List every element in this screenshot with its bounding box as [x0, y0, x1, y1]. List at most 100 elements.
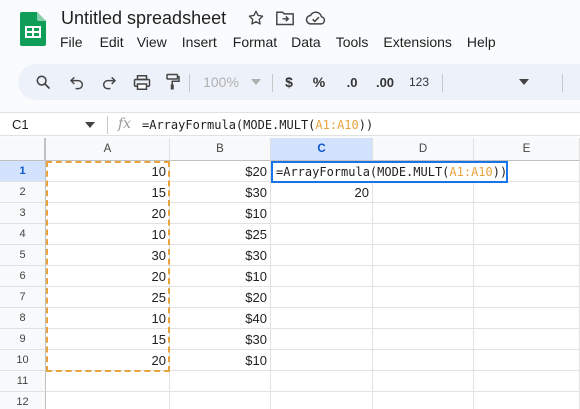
cell-b4[interactable]: $25	[170, 224, 271, 245]
menu-format[interactable]: Format	[233, 34, 277, 50]
currency-format-button[interactable]: $	[280, 64, 298, 100]
cell-d2[interactable]	[373, 182, 474, 203]
cell-c11[interactable]	[271, 371, 373, 392]
cell-b1[interactable]: $20	[170, 161, 271, 182]
cell-a12[interactable]	[46, 392, 170, 409]
cloud-status-icon[interactable]	[305, 9, 327, 27]
row-header[interactable]: 6	[0, 266, 46, 287]
menu-help[interactable]: Help	[467, 34, 496, 50]
cell-c5[interactable]	[271, 245, 373, 266]
cell-b6[interactable]: $10	[170, 266, 271, 287]
row-header[interactable]: 4	[0, 224, 46, 245]
row-header[interactable]: 12	[0, 392, 46, 409]
cell-b5[interactable]: $30	[170, 245, 271, 266]
cell-a6[interactable]: 20	[46, 266, 170, 287]
cell-c4[interactable]	[271, 224, 373, 245]
cell-e8[interactable]	[474, 308, 580, 329]
cell-d12[interactable]	[373, 392, 474, 409]
star-icon[interactable]	[247, 9, 265, 27]
cell-b3[interactable]: $10	[170, 203, 271, 224]
cell-a9[interactable]: 15	[46, 329, 170, 350]
row-header[interactable]: 1	[0, 161, 46, 182]
decrease-decimal-button[interactable]: .0	[340, 64, 364, 100]
column-header-e[interactable]: E	[474, 138, 580, 161]
cell-e3[interactable]	[474, 203, 580, 224]
document-title[interactable]: Untitled spreadsheet	[61, 8, 226, 29]
column-header-d[interactable]: D	[373, 138, 474, 161]
cell-a2[interactable]: 15	[46, 182, 170, 203]
menu-view[interactable]: View	[137, 34, 167, 50]
cell-c9[interactable]	[271, 329, 373, 350]
row-header[interactable]: 10	[0, 350, 46, 371]
move-to-folder-icon[interactable]	[275, 9, 295, 27]
cell-a8[interactable]: 10	[46, 308, 170, 329]
menu-data[interactable]: Data	[291, 34, 321, 50]
menu-extensions[interactable]: Extensions	[383, 34, 451, 50]
cell-b11[interactable]	[170, 371, 271, 392]
cell-c3[interactable]	[271, 203, 373, 224]
cell-e4[interactable]	[474, 224, 580, 245]
menu-edit[interactable]: Edit	[100, 34, 124, 50]
row-header[interactable]: 8	[0, 308, 46, 329]
cell-b2[interactable]: $30	[170, 182, 271, 203]
cell-b8[interactable]: $40	[170, 308, 271, 329]
column-header-c[interactable]: C	[271, 138, 373, 161]
sheets-logo-icon[interactable]	[20, 12, 46, 46]
column-header-b[interactable]: B	[170, 138, 271, 161]
cell-b10[interactable]: $10	[170, 350, 271, 371]
active-cell-editor[interactable]: =ArrayFormula(MODE.MULT(A1:A10))	[271, 161, 508, 183]
font-dropdown-button[interactable]	[514, 64, 534, 100]
cell-d11[interactable]	[373, 371, 474, 392]
cell-a7[interactable]: 25	[46, 287, 170, 308]
redo-button[interactable]	[98, 64, 120, 100]
row-header[interactable]: 5	[0, 245, 46, 266]
cell-a3[interactable]: 20	[46, 203, 170, 224]
cell-a1[interactable]: 10	[46, 161, 170, 182]
zoom-select[interactable]: 100%	[194, 64, 248, 100]
row-header[interactable]: 11	[0, 371, 46, 392]
cell-e11[interactable]	[474, 371, 580, 392]
cell-d8[interactable]	[373, 308, 474, 329]
cell-c7[interactable]	[271, 287, 373, 308]
column-header-a[interactable]: A	[46, 138, 170, 161]
select-all-corner[interactable]	[0, 138, 46, 161]
search-menus-button[interactable]	[32, 64, 54, 100]
percent-format-button[interactable]: %	[310, 64, 328, 100]
increase-decimal-button[interactable]: .00	[370, 64, 400, 100]
cell-c2[interactable]: 20	[271, 182, 373, 203]
undo-button[interactable]	[66, 64, 88, 100]
formula-input[interactable]: =ArrayFormula(MODE.MULT(A1:A10))	[142, 118, 373, 132]
row-header[interactable]: 2	[0, 182, 46, 203]
more-formats-button[interactable]: 123	[406, 64, 432, 100]
cell-c10[interactable]	[271, 350, 373, 371]
cell-a11[interactable]	[46, 371, 170, 392]
cell-b7[interactable]: $20	[170, 287, 271, 308]
row-header[interactable]: 7	[0, 287, 46, 308]
row-header[interactable]: 3	[0, 203, 46, 224]
cell-d10[interactable]	[373, 350, 474, 371]
cell-d9[interactable]	[373, 329, 474, 350]
cell-a10[interactable]: 20	[46, 350, 170, 371]
cell-e10[interactable]	[474, 350, 580, 371]
cell-e5[interactable]	[474, 245, 580, 266]
zoom-dropdown-button[interactable]	[249, 64, 263, 100]
cell-e9[interactable]	[474, 329, 580, 350]
cell-d6[interactable]	[373, 266, 474, 287]
name-box[interactable]: C1	[12, 117, 29, 132]
name-box-dropdown-icon[interactable]	[85, 122, 95, 128]
menu-tools[interactable]: Tools	[336, 34, 369, 50]
cell-e2[interactable]	[474, 182, 580, 203]
cell-a4[interactable]: 10	[46, 224, 170, 245]
cell-b12[interactable]	[170, 392, 271, 409]
cell-c6[interactable]	[271, 266, 373, 287]
menu-insert[interactable]: Insert	[182, 34, 217, 50]
cell-d7[interactable]	[373, 287, 474, 308]
cell-d3[interactable]	[373, 203, 474, 224]
paint-format-button[interactable]	[162, 64, 184, 100]
print-button[interactable]	[130, 64, 154, 100]
cell-c8[interactable]	[271, 308, 373, 329]
cell-e12[interactable]	[474, 392, 580, 409]
menu-file[interactable]: File	[60, 34, 83, 50]
cell-a5[interactable]: 30	[46, 245, 170, 266]
cell-d5[interactable]	[373, 245, 474, 266]
